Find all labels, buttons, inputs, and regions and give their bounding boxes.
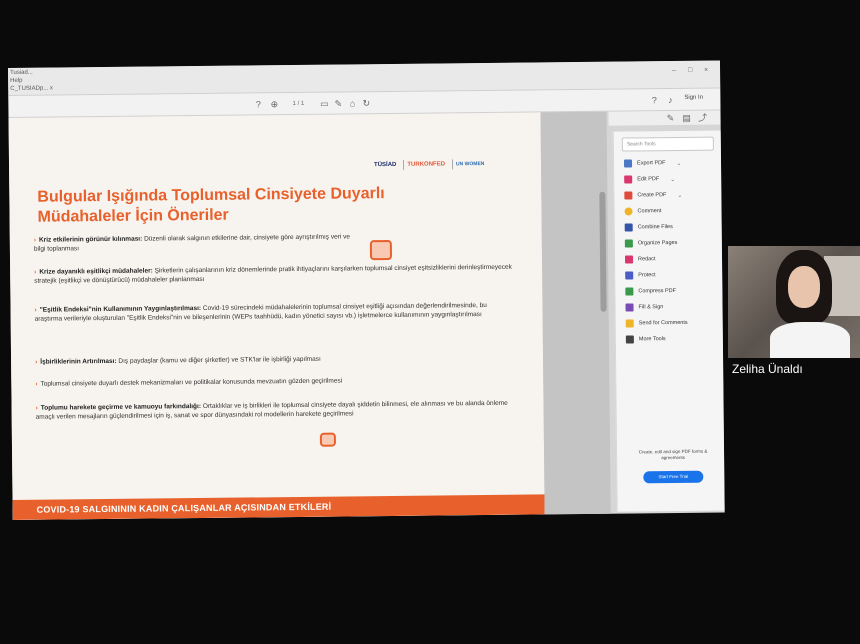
bullet-2: › Krize dayanıklı eşitlikçi müdahaleler: … — [34, 263, 512, 285]
print-icon[interactable]: ▤ — [680, 112, 692, 124]
comment-tool-icon — [624, 207, 633, 216]
participant-shirt — [770, 322, 850, 358]
browser-tab-label[interactable]: Tusiad... — [10, 70, 33, 76]
comment-icon[interactable]: ▭ — [318, 98, 330, 110]
chevron-down-icon[interactable]: ⌄ — [676, 159, 681, 166]
help-icon[interactable]: ? — [252, 98, 264, 110]
tool-combine-files[interactable]: Combine Files — [624, 223, 673, 232]
close-icon[interactable]: × — [704, 67, 708, 74]
edit-icon[interactable]: ✎ — [664, 112, 676, 124]
tool-label: Edit PDF — [637, 176, 660, 183]
sticker-icon — [369, 239, 393, 261]
bullet-body: Toplumsal cinsiyete duyarlı destek mekan… — [40, 377, 343, 388]
turkonfed-logo: TURKONFED — [403, 159, 449, 170]
tool-compress-pdf[interactable]: Compress PDF — [625, 287, 676, 296]
minimize-icon[interactable]: – — [672, 67, 676, 74]
tool-label: Comment — [637, 208, 662, 215]
bullet-head: Toplumu harekete geçirme ve kamuoyu fark… — [40, 402, 202, 412]
un-women-logo: UN WOMEN — [451, 158, 488, 170]
tool-label: Protect — [638, 272, 656, 279]
tool-label: Send for Comments — [638, 319, 688, 327]
tool-label: Export PDF — [637, 160, 666, 167]
pen-icon[interactable]: ✎ — [332, 97, 344, 109]
rotate-icon[interactable]: ↻ — [360, 97, 372, 109]
bullet-6: › Toplumu harekete geçirme ve kamuoyu far… — [35, 399, 508, 421]
document-area: TÜSİAD TURKONFED UN WOMEN Bulgular Işığı… — [8, 111, 611, 520]
tool-more-tools[interactable]: More Tools — [625, 335, 666, 344]
participant-face — [788, 266, 820, 308]
shared-screen: Tusiad... Help C_TUSIADp... x – □ × ? ⊕ … — [8, 60, 725, 520]
zoom-icon[interactable]: ⊕ — [268, 98, 280, 110]
tool-comment[interactable]: Comment — [624, 207, 662, 216]
tool-organize-pages[interactable]: Organize Pages — [624, 239, 678, 248]
document-tab[interactable]: C_TUSIADp... x — [10, 86, 53, 92]
tool-label: Create PDF — [637, 192, 667, 199]
organize-pages-icon — [624, 239, 633, 248]
tool-label: Compress PDF — [638, 288, 676, 295]
tusiad-logo: TÜSİAD — [374, 161, 397, 169]
chevron-down-icon[interactable]: ⌄ — [677, 191, 682, 198]
footer-text: COVID-19 SALGINININ KADIN ÇALIŞANLAR AÇI… — [36, 501, 332, 515]
edit-pdf-icon — [624, 175, 633, 184]
menu-help[interactable]: Help — [10, 78, 22, 84]
bullet-1: › Kriz etkilerinin görünür kılınması: Düz… — [33, 233, 351, 253]
tool-fill-sign[interactable]: Fill & Sign — [625, 303, 664, 312]
sign-in-link[interactable]: Sign In — [684, 95, 703, 101]
slide-footer: COVID-19 SALGINININ KADIN ÇALIŞANLAR AÇI… — [12, 494, 545, 520]
bullet-head: Kriz etkilerinin görünür kılınması: — [38, 235, 143, 244]
tool-protect[interactable]: Protect — [625, 271, 656, 280]
partner-logos: TÜSİAD TURKONFED UN WOMEN — [371, 158, 488, 170]
tool-label: Combine Files — [637, 224, 673, 231]
tool-label: Fill & Sign — [638, 304, 664, 311]
bullet-4: › İşbirliklerinin Artırılması: Dış paydaş… — [35, 355, 321, 366]
participant-name: Zeliha Ünaldı — [732, 362, 803, 376]
page-indicator[interactable]: 1 / 1 — [284, 98, 312, 110]
protect-icon — [625, 271, 634, 280]
combine-files-icon — [624, 223, 633, 232]
bullet-head: "Eşitlik Endeksi"nin Kullanımının Yaygın… — [39, 304, 202, 314]
promo-text: Create, edit and sign PDF forms & agreem… — [638, 448, 708, 461]
bullet-head: Krize dayanıklı eşitlikçi müdahaleler: — [39, 267, 153, 276]
megaphone-icon — [319, 432, 336, 447]
chevron-down-icon[interactable]: ⌄ — [670, 176, 675, 183]
tool-send-for-comments[interactable]: Send for Comments — [625, 319, 688, 328]
maximize-icon[interactable]: □ — [688, 67, 692, 74]
vertical-scrollbar[interactable] — [599, 191, 607, 312]
secondary-toolbar: ✎ ▤ ⤴ — [608, 110, 721, 126]
tools-search-input[interactable]: Search Tools — [621, 136, 714, 152]
create-pdf-icon — [624, 191, 633, 200]
tool-export-pdf[interactable]: Export PDF ⌄ — [623, 159, 682, 168]
bullet-5: › Toplumsal cinsiyete duyarlı destek meka… — [35, 377, 343, 388]
compress-pdf-icon — [625, 287, 634, 296]
send-for-comments-icon — [625, 319, 634, 328]
slide-title: Bulgular Işığında Toplumsal Cinsiyete Du… — [37, 185, 385, 226]
more-tools-icon — [625, 335, 634, 344]
share-icon[interactable]: ⤴ — [696, 112, 708, 124]
bell-icon[interactable]: ♪ — [664, 94, 676, 106]
redact-icon — [624, 255, 634, 264]
tool-redact[interactable]: Redact — [624, 255, 656, 264]
page-gutter — [540, 111, 611, 515]
start-free-trial-button[interactable]: Start Free Trial — [643, 470, 704, 484]
fill-sign-icon — [625, 303, 634, 312]
tool-create-pdf[interactable]: Create PDF ⌄ — [624, 191, 682, 200]
export-pdf-icon — [623, 159, 633, 168]
stamp-icon[interactable]: ⌂ — [346, 97, 358, 109]
tool-edit-pdf[interactable]: Edit PDF ⌄ — [624, 175, 675, 184]
bullet-head: İşbirliklerinin Artırılması: — [40, 357, 117, 366]
tool-label: More Tools — [638, 336, 666, 343]
bullet-3: › "Eşitlik Endeksi"nin Kullanımının Yaygı… — [34, 301, 487, 323]
tools-panel: Search Tools Export PDF ⌄ Edit PDF ⌄ Creat… — [612, 130, 725, 512]
tool-label: Organize Pages — [637, 240, 678, 247]
slide-page: TÜSİAD TURKONFED UN WOMEN Bulgular Işığı… — [8, 112, 545, 520]
webcam-tile — [728, 246, 860, 358]
bullet-body: Dış paydaşlar (kamu ve diğer şirketler) … — [118, 355, 321, 365]
question-icon[interactable]: ? — [648, 94, 660, 106]
tool-label: Redact — [638, 256, 656, 263]
